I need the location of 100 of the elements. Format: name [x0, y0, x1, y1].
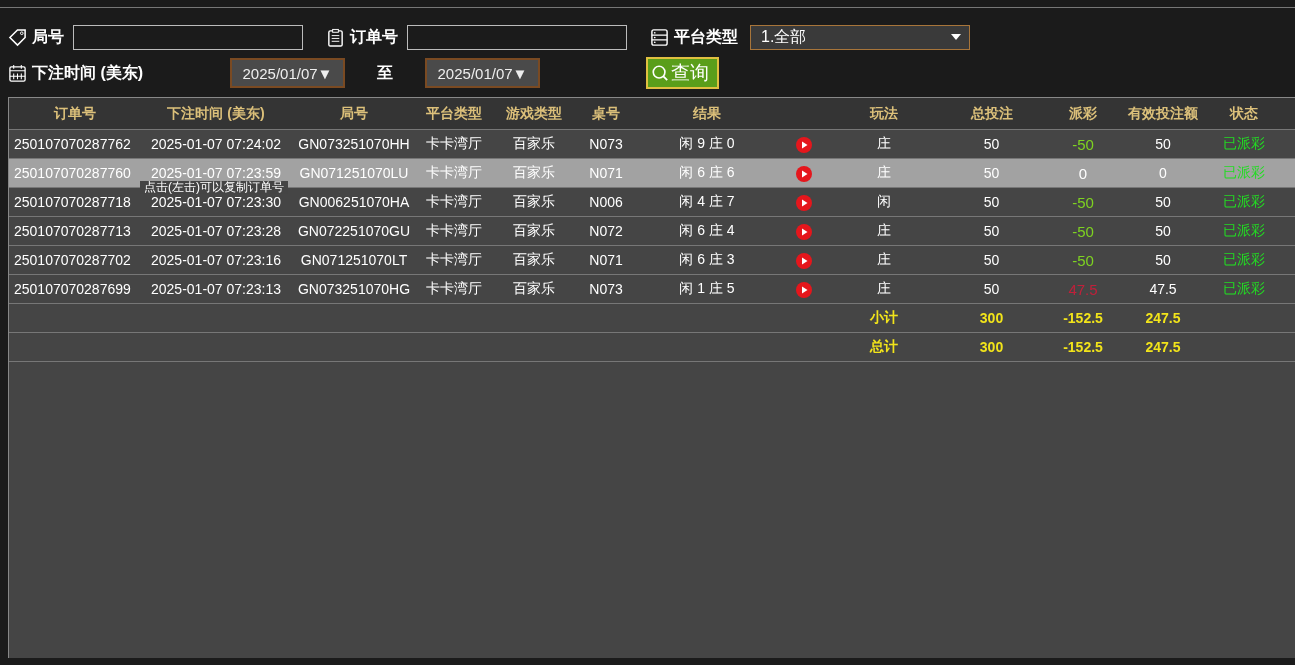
round-cell: GN072251070GU — [291, 216, 417, 246]
order-number-cell: 250107070287760 — [9, 158, 141, 188]
table-row[interactable]: 250107070287713 2025-01-07 07:23:28 GN072251070GU 卡卡湾厅 百家乐 N072 闲 6 庄 4 庄 50 -50 50 已派彩 — [9, 216, 1295, 246]
order-number-cell: 250107070287699 — [9, 274, 141, 304]
payout-cell: -50 — [1072, 251, 1094, 269]
clipboard-icon — [326, 27, 345, 47]
payout-cell: 0 — [1078, 164, 1088, 182]
order-number-cell: 250107070287702 — [9, 245, 141, 275]
column-header: 游戏类型 — [491, 98, 577, 130]
valid-bet-cell: 47.5 — [1122, 274, 1204, 304]
column-header: 结果 — [635, 98, 779, 130]
play-icon[interactable] — [796, 223, 812, 240]
bet-type-cell: 庄 — [829, 216, 939, 246]
result-cell: 闲 6 庄 6 — [635, 158, 779, 188]
summary-valid-bet: 247.5 — [1122, 332, 1204, 362]
valid-bet-cell: 50 — [1122, 187, 1204, 217]
time-cell: 2025-01-07 07:23:28 — [141, 216, 291, 246]
payout-cell: 47.5 — [1068, 280, 1098, 298]
round-cell: GN073251070HG — [291, 274, 417, 304]
tag-icon — [8, 27, 27, 47]
status-cell: 已派彩 — [1204, 187, 1284, 217]
server-icon — [650, 27, 669, 47]
table-number-cell: N073 — [577, 129, 635, 159]
table-number-cell: N071 — [577, 158, 635, 188]
game-cell: 百家乐 — [491, 129, 577, 159]
bet-type-cell: 庄 — [829, 245, 939, 275]
play-icon[interactable] — [796, 252, 812, 269]
column-header: 有效投注额 — [1122, 98, 1204, 130]
platform-cell: 卡卡湾厅 — [417, 216, 491, 246]
time-cell: 2025-01-07 07:23:13 — [141, 274, 291, 304]
summary-bet: 300 — [939, 303, 1044, 333]
platform-label: 平台类型 — [674, 26, 738, 47]
platform-cell: 卡卡湾厅 — [417, 274, 491, 304]
calendar-icon — [8, 63, 27, 83]
status-cell: 已派彩 — [1204, 274, 1284, 304]
result-cell: 闲 1 庄 5 — [635, 274, 779, 304]
bet-type-cell: 闲 — [829, 187, 939, 217]
bet-type-cell: 庄 — [829, 274, 939, 304]
table-number-cell: N071 — [577, 245, 635, 275]
time-label: 下注时间 (美东) — [32, 62, 144, 83]
column-header: 总投注 — [939, 98, 1044, 130]
time-cell: 2025-01-07 07:23:16 — [141, 245, 291, 275]
status-cell: 已派彩 — [1204, 216, 1284, 246]
result-cell: 闲 9 庄 0 — [635, 129, 779, 159]
summary-valid-bet: 247.5 — [1122, 303, 1204, 333]
tooltip: 点击(左击)可以复制订单号 — [140, 181, 288, 194]
column-header: 下注时间 (美东) — [141, 98, 291, 130]
summary-payout: -152.5 — [1044, 332, 1122, 362]
summary-label: 总计 — [829, 332, 939, 362]
summary-label: 小计 — [829, 303, 939, 333]
table-row[interactable]: 250107070287699 2025-01-07 07:23:13 GN073251070HG 卡卡湾厅 百家乐 N073 闲 1 庄 5 庄 50 47.5 47.5 已派彩 — [9, 274, 1295, 304]
table-number-cell: N073 — [577, 274, 635, 304]
order-number-cell: 250107070287762 — [9, 129, 141, 159]
table-row[interactable]: 250107070287702 2025-01-07 07:23:16 GN071251070LT 卡卡湾厅 百家乐 N071 闲 6 庄 3 庄 50 -50 50 已派彩 — [9, 245, 1295, 275]
valid-bet-cell: 50 — [1122, 129, 1204, 159]
bet-cell: 50 — [939, 245, 1044, 275]
bet-cell: 50 — [939, 187, 1044, 217]
to-label: 至 — [376, 62, 394, 83]
platform-cell: 卡卡湾厅 — [417, 158, 491, 188]
play-icon[interactable] — [796, 194, 812, 211]
result-cell: 闲 6 庄 4 — [635, 216, 779, 246]
game-cell: 百家乐 — [491, 158, 577, 188]
column-header: 订单号 — [9, 98, 141, 130]
order-label: 订单号 — [350, 26, 398, 47]
status-cell: 已派彩 — [1204, 129, 1284, 159]
platform-cell: 卡卡湾厅 — [417, 245, 491, 275]
game-cell: 百家乐 — [491, 216, 577, 246]
status-cell: 已派彩 — [1204, 245, 1284, 275]
round-label: 局号 — [32, 26, 64, 47]
time-cell: 2025-01-07 07:24:02 — [141, 129, 291, 159]
table-number-cell: N006 — [577, 187, 635, 217]
game-cell: 百家乐 — [491, 245, 577, 275]
caret-icon — [951, 34, 961, 40]
table-number-cell: N072 — [577, 216, 635, 246]
column-header: 玩法 — [829, 98, 939, 130]
platform-cell: 卡卡湾厅 — [417, 129, 491, 159]
play-icon[interactable] — [796, 136, 812, 153]
date-to-picker[interactable]: 2025/01/07▼ — [425, 58, 540, 88]
round-cell: GN071251070LU — [291, 158, 417, 188]
platform-cell: 卡卡湾厅 — [417, 187, 491, 217]
game-cell: 百家乐 — [491, 187, 577, 217]
summary-payout: -152.5 — [1044, 303, 1122, 333]
game-cell: 百家乐 — [491, 274, 577, 304]
date-from-picker[interactable]: 2025/01/07▼ — [230, 58, 345, 88]
column-header: 局号 — [291, 98, 417, 130]
bet-cell: 50 — [939, 216, 1044, 246]
column-header: 桌号 — [577, 98, 635, 130]
result-cell: 闲 4 庄 7 — [635, 187, 779, 217]
play-icon[interactable] — [796, 165, 812, 182]
platform-select[interactable]: 1.全部 — [750, 24, 970, 50]
order-input[interactable] — [407, 24, 627, 50]
round-cell: GN073251070HH — [291, 129, 417, 159]
result-cell: 闲 6 庄 3 — [635, 245, 779, 275]
round-input[interactable] — [73, 24, 303, 50]
payout-cell: -50 — [1072, 193, 1094, 211]
valid-bet-cell: 50 — [1122, 216, 1204, 246]
round-cell: GN006251070HA — [291, 187, 417, 217]
play-icon[interactable] — [796, 281, 812, 298]
order-number-cell: 250107070287713 — [9, 216, 141, 246]
table-row[interactable]: 250107070287762 2025-01-07 07:24:02 GN073251070HH 卡卡湾厅 百家乐 N073 闲 9 庄 0 庄 50 -50 50 已派彩 — [9, 129, 1295, 159]
